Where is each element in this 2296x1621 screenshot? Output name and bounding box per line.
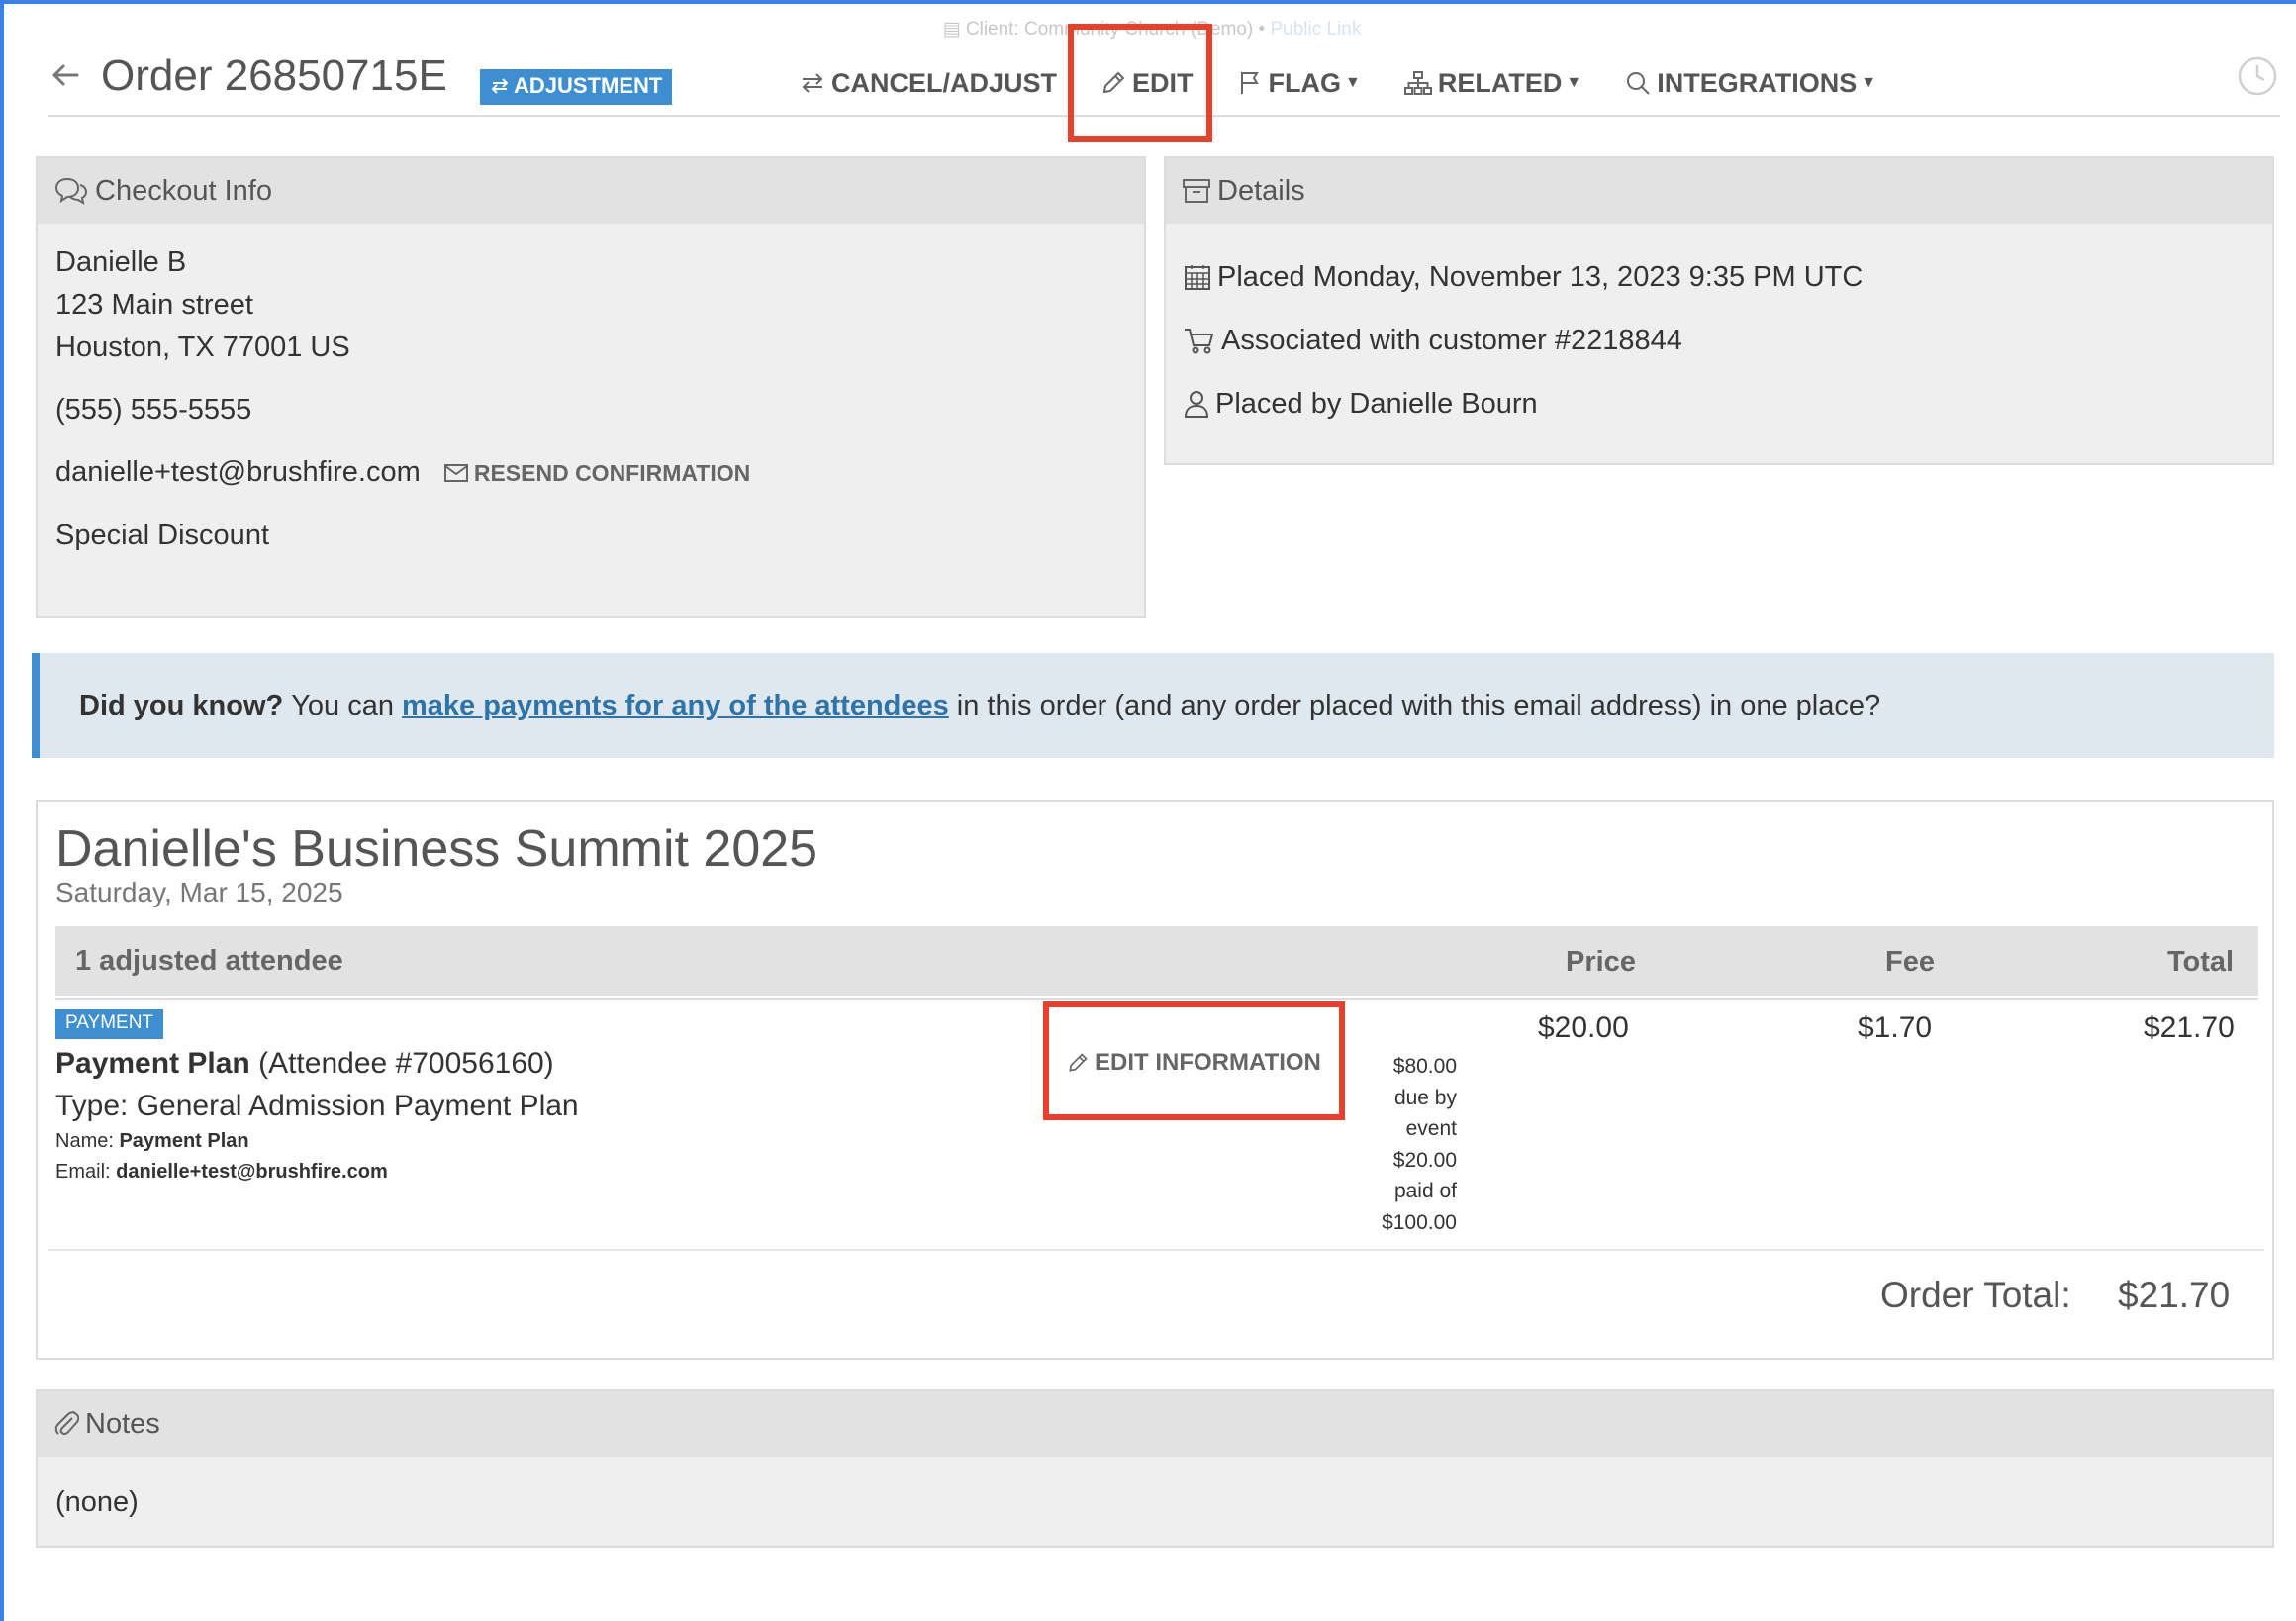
cancel-adjust-label: CANCEL/ADJUST (831, 67, 1058, 98)
checkout-info-panel: Checkout Info Danielle B 123 Main street… (36, 156, 1146, 618)
row-divider (48, 1249, 2264, 1251)
item-price: $20.00 (1538, 1011, 1629, 1044)
email-row: danielle+test@brushfire.com RESEND CONFI… (55, 451, 1126, 495)
public-link[interactable]: Public Link (1270, 19, 1361, 40)
integrations-label: INTEGRATIONS (1657, 67, 1858, 98)
flag-button[interactable]: FLAG ▼ (1237, 63, 1361, 103)
make-payments-link[interactable]: make payments for any of the attendees (402, 690, 949, 722)
address-street: 123 Main street (55, 289, 253, 321)
clock-icon[interactable] (2237, 55, 2278, 97)
caret-down-icon: ▼ (1345, 74, 1361, 91)
email-label: Email: (55, 1161, 111, 1183)
adjustment-badge: ADJUSTMENT (480, 69, 673, 105)
schedule-line: event (1405, 1117, 1457, 1140)
callout-pre: You can (291, 689, 394, 721)
callout-post: in this order (and any order placed with… (956, 689, 1881, 721)
notes-panel: Notes (none) (36, 1389, 2274, 1548)
archive-icon (1183, 179, 1210, 203)
payment-badge: PAYMENT (55, 1009, 164, 1039)
schedule-line: due by (1393, 1086, 1457, 1109)
address-city: Houston, TX 77001 US (55, 332, 350, 363)
item-type: Type: General Admission Payment Plan (55, 1090, 579, 1122)
placed-by: Placed by Danielle Bourn (1215, 387, 1538, 420)
discount: Special Discount (55, 519, 269, 551)
email-value: danielle+test@brushfire.com (116, 1161, 388, 1183)
item-title: Payment Plan (55, 1047, 250, 1080)
phone: (555) 555-5555 (55, 394, 252, 426)
resend-confirmation-label: RESEND CONFIRMATION (473, 459, 751, 486)
notes-value: (none) (55, 1486, 139, 1518)
customer-row: Associated with customer #2218844 (1184, 309, 2254, 372)
order-total-label: Order Total: (1880, 1275, 2071, 1315)
total-column-header: Total (2167, 946, 2235, 978)
search-icon (1627, 72, 1650, 95)
action-nav: CANCEL/ADJUST EDIT FLAG ▼ RELATED ▼ INTE… (800, 63, 1920, 103)
details-title: Details (1217, 174, 1305, 207)
schedule-line: paid of (1393, 1180, 1457, 1202)
details-header: Details (1166, 158, 2272, 224)
page-title: Order 26850715E (101, 51, 447, 100)
callout-lead: Did you know? (79, 689, 284, 721)
related-button[interactable]: RELATED ▼ (1403, 63, 1582, 103)
related-label: RELATED (1437, 67, 1563, 98)
flag-icon (1240, 72, 1259, 94)
resend-confirmation-button[interactable]: RESEND CONFIRMATION (443, 452, 751, 495)
customer-name: Danielle B (55, 246, 187, 278)
checkout-info-header: Checkout Info (38, 158, 1144, 224)
caret-down-icon: ▼ (1861, 74, 1877, 91)
paperclip-icon (54, 1411, 79, 1436)
associated-customer: Associated with customer #2218844 (1221, 324, 1682, 356)
cart-icon (1185, 329, 1214, 354)
name-label: Name: (55, 1130, 114, 1152)
notes-title: Notes (85, 1407, 160, 1440)
exchange-icon (491, 78, 509, 94)
schedule-line: $100.00 (1382, 1210, 1457, 1234)
email: danielle+test@brushfire.com (55, 456, 421, 488)
item-email-row: Email: danielle+test@brushfire.com (55, 1161, 388, 1184)
header-divider (55, 998, 2258, 1000)
building-icon: ▤ (942, 19, 961, 40)
placed-by-row: Placed by Danielle Bourn (1184, 372, 2254, 435)
calendar-icon (1185, 265, 1210, 290)
schedule-line: $80.00 (1392, 1055, 1457, 1078)
attendee-header: 1 adjusted attendee (55, 926, 1364, 996)
exchange-icon (802, 73, 823, 93)
cancel-adjust-button[interactable]: CANCEL/ADJUST (800, 63, 1057, 103)
did-you-know-callout: Did you know? You can make payments for … (32, 653, 2274, 758)
placed-row: Placed Monday, November 13, 2023 9:35 PM… (1184, 245, 2254, 309)
item-total: $21.70 (2144, 1011, 2235, 1044)
user-icon (1184, 391, 1209, 418)
item-fee: $1.70 (1858, 1011, 1933, 1044)
price-columns-header: Price Fee Total (1350, 926, 2258, 996)
comments-icon (54, 177, 88, 206)
payment-schedule: $80.00 due by event $20.00 paid of $100.… (1334, 1051, 1457, 1238)
event-date: Saturday, Mar 15, 2025 (55, 877, 343, 907)
item-name-row: Name: Payment Plan (55, 1130, 249, 1153)
details-panel: Details Placed Monday, November 13, 2023… (1164, 156, 2274, 465)
flag-label: FLAG (1268, 67, 1342, 98)
highlight-edit-annotation (1068, 24, 1212, 142)
name-value: Payment Plan (119, 1130, 249, 1152)
event-title: Danielle's Business Summit 2025 (55, 820, 818, 878)
integrations-button[interactable]: INTEGRATIONS ▼ (1625, 63, 1876, 103)
schedule-line: $20.00 (1392, 1148, 1457, 1172)
caret-down-icon: ▼ (1566, 74, 1582, 91)
sitemap-icon (1403, 71, 1432, 95)
adjustment-badge-label: ADJUSTMENT (514, 73, 663, 98)
highlight-edit-information-annotation (1043, 1001, 1345, 1120)
attendee-number: (Attendee #70056160) (258, 1047, 554, 1080)
order-total-value: $21.70 (2118, 1275, 2231, 1315)
price-column-header: Price (1566, 946, 1636, 978)
envelope-icon (443, 464, 468, 483)
fee-column-header: Fee (1885, 946, 1935, 978)
item-title-row: Payment Plan (Attendee #70056160) (55, 1047, 554, 1081)
back-arrow-icon[interactable] (48, 57, 83, 93)
checkout-info-title: Checkout Info (95, 174, 272, 207)
placed-date: Placed Monday, November 13, 2023 9:35 PM… (1217, 260, 1864, 293)
notes-header: Notes (38, 1391, 2272, 1457)
